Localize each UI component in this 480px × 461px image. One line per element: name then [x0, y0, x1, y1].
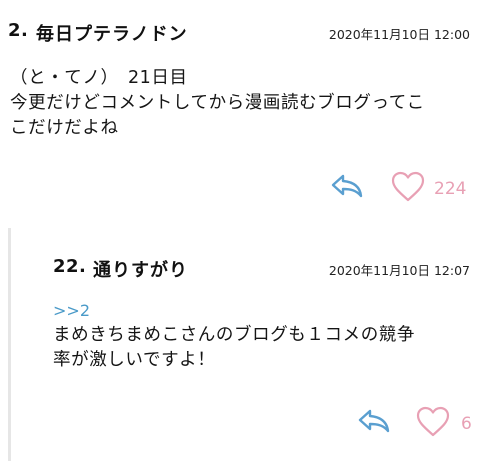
- reply-arrow-icon[interactable]: [330, 173, 364, 199]
- comment-body-line: （と・てノ） 21日目: [10, 68, 188, 88]
- comment-2: 2. 毎日プテラノドン 2020年11月10日 12:00 （と・てノ） 21日…: [0, 0, 480, 222]
- comment-body-line: こだけだよね: [10, 118, 119, 138]
- comment-author-name: 通りすがり: [93, 260, 188, 281]
- comment-number: 22.: [53, 256, 87, 277]
- like-count: 6: [461, 414, 472, 434]
- comment-body-line: 今更だけどコメントしてから漫画読むブログってこ: [10, 93, 425, 113]
- comment-timestamp: 2020年11月10日 12:07: [328, 263, 470, 278]
- comment-number: 2.: [8, 20, 29, 41]
- heart-outline-icon[interactable]: [391, 171, 425, 203]
- reply-arrow-icon[interactable]: [357, 408, 391, 434]
- comment-22: 22. 通りすがり 2020年11月10日 12:07 >>2 まめきちまめこさ…: [8, 228, 480, 461]
- comment-author-name: 毎日プテラノドン: [36, 24, 188, 45]
- comment-body-line: 率が激しいですよ！: [53, 350, 216, 370]
- comment-timestamp: 2020年11月10日 12:00: [328, 27, 470, 42]
- heart-outline-icon[interactable]: [416, 406, 450, 438]
- comment-body: （と・てノ） 21日目 今更だけどコメントしてから漫画読むブログってこ こだけだ…: [10, 66, 425, 141]
- reply-anchor-link[interactable]: >>2: [53, 301, 90, 320]
- comment-body: まめきちまめこさんのブログも１コメの競争 率が激しいですよ！: [53, 323, 415, 373]
- comment-body-line: まめきちまめこさんのブログも１コメの競争: [53, 325, 415, 345]
- like-count: 224: [434, 179, 467, 199]
